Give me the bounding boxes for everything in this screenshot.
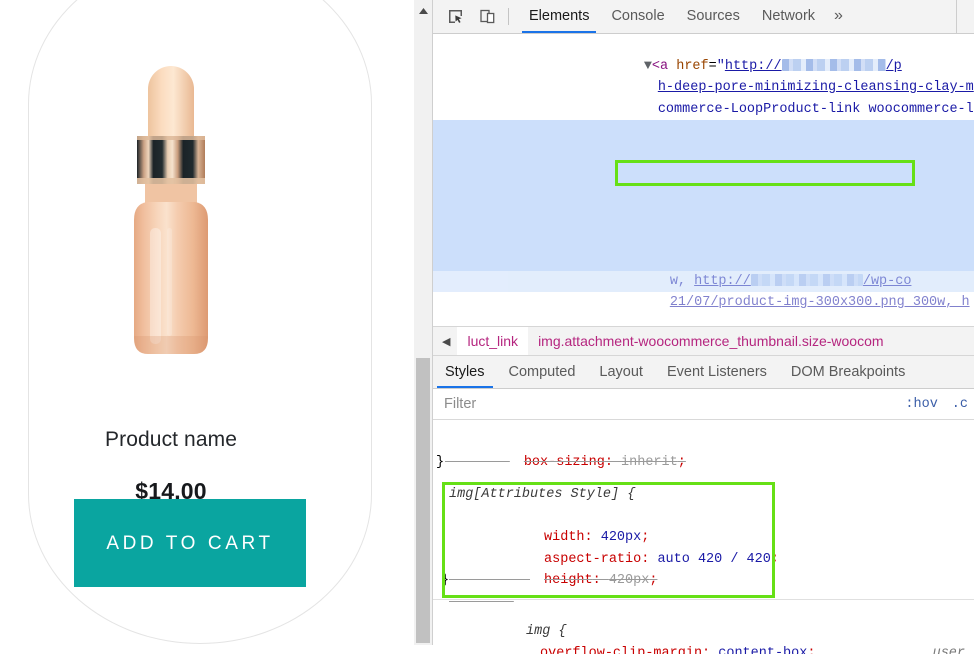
dom-line[interactable]: h-deep-pore-minimizing-cleansing-clay-m	[433, 56, 974, 78]
filter-toggles: :hov .c	[898, 389, 974, 419]
styles-pane-tabs: Styles Computed Layout Event Listeners D…	[433, 356, 974, 389]
tab-network[interactable]: Network	[751, 0, 826, 33]
product-name: Product name	[0, 428, 342, 452]
device-toolbar-icon[interactable]	[474, 5, 500, 29]
dom-line[interactable]: x420.png" class="attachment-woocommer	[433, 163, 974, 185]
dom-line[interactable]: k">	[433, 99, 974, 121]
tab-sources[interactable]: Sources	[676, 0, 751, 33]
add-to-cart-button[interactable]: ADD TO CART	[74, 499, 306, 587]
dom-line[interactable]: w, http:///wp-co	[433, 249, 974, 271]
dom-line[interactable]: e-woocommerce_thumbnail" alt decoding	[433, 185, 974, 207]
toolbar-divider	[508, 8, 509, 25]
tab-elements[interactable]: Elements	[518, 0, 600, 33]
tab-computed[interactable]: Computed	[497, 356, 588, 388]
css-selector-img[interactable]: img { user	[433, 600, 974, 622]
inspect-element-icon[interactable]	[442, 5, 468, 29]
tab-dom-breakpoints[interactable]: DOM Breakpoints	[779, 356, 917, 388]
breadcrumb-back-arrow-icon[interactable]: ◀	[433, 335, 457, 348]
product-image[interactable]	[0, 46, 342, 376]
hov-toggle-button[interactable]: :hov	[898, 397, 944, 412]
serum-dropper-bottle-icon	[101, 52, 241, 370]
dom-line[interactable]: p-content/uploads/2021/07/product-img	[433, 228, 974, 250]
css-rule-close: }	[433, 452, 974, 474]
css-declaration-box-sizing[interactable]: box-sizing: inherit;	[433, 430, 974, 452]
devtools-panel: Elements Console Sources Network » ▼<a h…	[432, 0, 974, 645]
dom-line-img-selected[interactable]: ⋯<img width="420" height="420" src="ht	[433, 120, 974, 142]
page-scrollbar[interactable]	[414, 0, 432, 645]
tab-layout[interactable]: Layout	[587, 356, 655, 388]
css-rules-list[interactable]: box-sizing: inherit; } img[Attributes St…	[433, 420, 974, 654]
dom-line[interactable]: 21/07/product-img-300x300.png 300w, h	[433, 271, 974, 293]
screenshot-root: Product name $14.00 ADD TO CART	[0, 0, 974, 645]
breadcrumb-item-img[interactable]: img.attachment-woocommerce_thumbnail.siz…	[528, 327, 893, 355]
breadcrumb-item-link[interactable]: luct_link	[457, 327, 528, 355]
css-rule-close: }	[433, 570, 974, 592]
dom-breadcrumb: ◀ luct_link img.attachment-woocommerce_t…	[433, 326, 974, 356]
css-declaration[interactable]	[433, 420, 974, 430]
dom-line[interactable]: commerce-LoopProduct-link woocommerce-l	[433, 77, 974, 99]
tab-event-listeners[interactable]: Event Listeners	[655, 356, 779, 388]
styles-filter-input[interactable]	[442, 393, 742, 415]
dom-tree[interactable]: ▼<a href="http:///p h-deep-pore-minimizi…	[433, 34, 974, 326]
toolbar-end-panel	[956, 0, 974, 33]
scrollbar-thumb[interactable]	[416, 358, 430, 643]
css-declaration-overflow-clip-margin[interactable]: overflow-clip-margin: content-box;	[433, 621, 974, 643]
devtools-toolbar: Elements Console Sources Network »	[433, 0, 974, 34]
more-tabs-button[interactable]: »	[826, 0, 851, 33]
css-declaration-width[interactable]: width: 420px;	[433, 506, 974, 528]
dom-line[interactable]: loading="lazy" srcset="http://	[433, 206, 974, 228]
dom-line[interactable]: ▼<a href="http:///p	[433, 34, 974, 56]
tab-console[interactable]: Console	[600, 0, 675, 33]
cls-toggle-button[interactable]: .c	[945, 397, 974, 412]
css-declaration-overflow[interactable]: overflow: ▸ clip;	[433, 643, 974, 654]
scroll-up-arrow-icon[interactable]	[414, 4, 432, 18]
dom-line[interactable]: wp-content/uploads/2021/07	[433, 142, 974, 164]
css-declaration-height[interactable]: height: 420px;	[433, 549, 974, 571]
page-preview: Product name $14.00 ADD TO CART	[0, 0, 400, 645]
tab-styles[interactable]: Styles	[433, 356, 497, 388]
css-selector-attributes-style[interactable]: img[Attributes Style] {	[433, 484, 974, 506]
styles-filter-row: :hov .c	[433, 389, 974, 420]
css-rule-img-ua[interactable]: img { user overflow-clip-margin: content…	[433, 600, 974, 654]
css-rule-attributes-style[interactable]: img[Attributes Style] { width: 420px; as…	[433, 484, 974, 592]
css-declaration-aspect-ratio[interactable]: aspect-ratio: auto 420 / 420;	[433, 527, 974, 549]
